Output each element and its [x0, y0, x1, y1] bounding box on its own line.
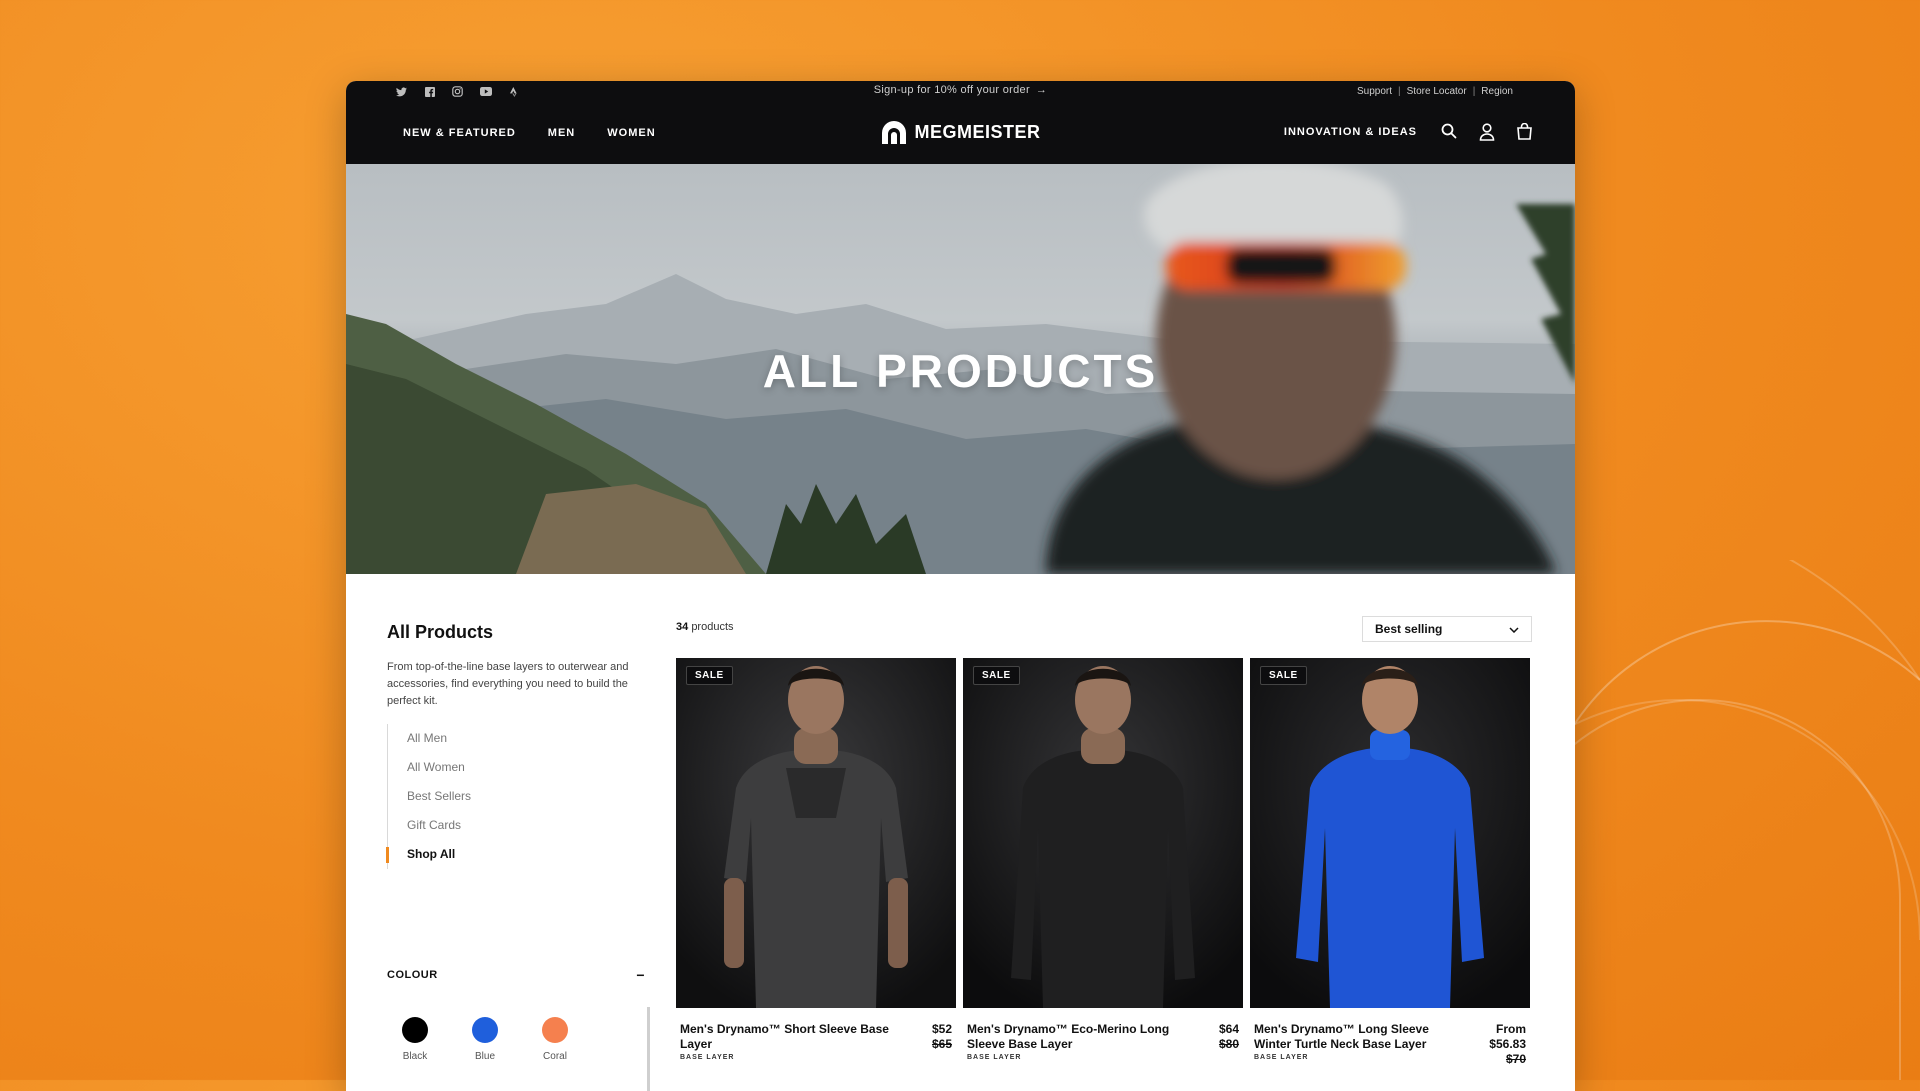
swatch-dot: [472, 1017, 498, 1043]
cart-icon[interactable]: [1517, 123, 1535, 141]
logo-mark-icon: [882, 121, 907, 144]
swatch-label: Black: [402, 1051, 428, 1062]
product-info: Men's Drynamo™ Eco-Merino Long Sleeve Ba…: [963, 1008, 1243, 1061]
arrow-right-icon: →: [1035, 84, 1048, 96]
chevron-down-icon: [1509, 622, 1519, 636]
product-info: Men's Drynamo™ Short Sleeve Base Layer B…: [676, 1008, 956, 1061]
product-card[interactable]: SALE Men's Drynamo™ Short Sleeve Base La…: [676, 658, 956, 1061]
original-price: $65: [931, 1037, 952, 1051]
category-best-sellers[interactable]: Best Sellers: [407, 782, 471, 811]
product-image[interactable]: SALE: [676, 658, 956, 1008]
product-info: Men's Drynamo™ Long Sleeve Winter Turtle…: [1250, 1008, 1530, 1066]
swatch-black[interactable]: Black: [401, 1017, 429, 1062]
swatch-label: Coral: [543, 1051, 567, 1062]
category-all-men[interactable]: All Men: [407, 724, 471, 753]
product-category: BASE LAYER: [680, 1054, 735, 1061]
swatch-blue[interactable]: Blue: [471, 1017, 499, 1062]
utility-links: Support | Store Locator | Region: [1357, 86, 1513, 97]
sidebar-scrollbar[interactable]: [647, 1007, 650, 1091]
sort-value: Best selling: [1375, 622, 1443, 636]
swatch-coral[interactable]: Coral: [541, 1017, 569, 1062]
region-link[interactable]: Region: [1481, 86, 1513, 97]
product-card[interactable]: SALE Men's Drynamo™ Long Sleeve Winter T…: [1250, 658, 1530, 1066]
product-prices: $52 $65: [932, 1022, 952, 1052]
product-card[interactable]: SALE Men's Drynamo™ Eco-Merino Long Slee…: [963, 658, 1243, 1061]
secondary-nav: INNOVATION & IDEAS: [1284, 123, 1535, 141]
divider: |: [1472, 86, 1476, 97]
sale-price: $64: [1218, 1022, 1239, 1036]
product-name[interactable]: Men's Drynamo™ Short Sleeve Base Layer: [680, 1022, 895, 1052]
product-count-label: products: [691, 621, 734, 633]
product-count-number: 34: [676, 621, 689, 633]
product-prices: $64 $80: [1219, 1022, 1239, 1052]
product-name[interactable]: Men's Drynamo™ Eco-Merino Long Sleeve Ba…: [967, 1022, 1182, 1052]
main-navigation: NEW & FEATURED MEN WOMEN MEGMEISTER INNO…: [346, 103, 1575, 164]
product-category: BASE LAYER: [1254, 1054, 1309, 1061]
nav-innovation-ideas[interactable]: INNOVATION & IDEAS: [1284, 126, 1417, 138]
sale-badge: SALE: [686, 666, 733, 685]
price-prefix: From: [1496, 1022, 1526, 1036]
product-image[interactable]: SALE: [1250, 658, 1530, 1008]
product-category: BASE LAYER: [967, 1054, 1022, 1061]
category-shop-all[interactable]: Shop All: [385, 840, 471, 869]
sale-price: $52: [931, 1022, 952, 1036]
search-icon[interactable]: [1441, 123, 1459, 141]
brand-name: MEGMEISTER: [914, 121, 1041, 142]
collapse-icon[interactable]: −: [636, 967, 645, 983]
sale-badge: SALE: [973, 666, 1020, 685]
swatch-label: Blue: [474, 1051, 495, 1062]
product-grid: SALE Men's Drynamo™ Short Sleeve Base La…: [676, 658, 1530, 1066]
colour-filter-header[interactable]: COLOUR −: [387, 967, 645, 983]
sidebar-description: From top-of-the-line base layers to oute…: [387, 661, 629, 707]
colour-swatches: Black Blue Coral: [401, 1017, 569, 1062]
utility-bar: Sign-up for 10% off your order → Support …: [346, 81, 1575, 103]
category-gift-cards[interactable]: Gift Cards: [407, 811, 471, 840]
product-name[interactable]: Men's Drynamo™ Long Sleeve Winter Turtle…: [1254, 1022, 1469, 1052]
browser-window: Sign-up for 10% off your order → Support …: [346, 81, 1575, 1091]
product-image[interactable]: SALE: [963, 658, 1243, 1008]
swatch-dot: [542, 1017, 568, 1043]
hero-title: ALL PRODUCTS: [762, 345, 1159, 397]
support-link[interactable]: Support: [1357, 86, 1392, 97]
colour-filter-title: COLOUR: [387, 969, 438, 981]
store-locator-link[interactable]: Store Locator: [1407, 86, 1467, 97]
product-listing: All Products From top-of-the-line base l…: [346, 574, 1575, 1091]
original-price: $80: [1218, 1037, 1239, 1051]
sidebar-title: All Products: [387, 622, 494, 642]
hero-banner: ALL PRODUCTS: [346, 164, 1575, 574]
product-prices: From $56.83 $70: [1489, 1022, 1526, 1067]
sale-price: $56.83: [1489, 1037, 1526, 1051]
sort-dropdown[interactable]: Best selling: [1362, 616, 1532, 642]
category-list: All Men All Women Best Sellers Gift Card…: [385, 724, 471, 869]
account-icon[interactable]: [1479, 123, 1497, 141]
product-count: 34 products: [676, 621, 734, 633]
sale-badge: SALE: [1260, 666, 1307, 685]
original-price: $70: [1505, 1052, 1526, 1066]
promo-text: Sign-up for 10% off your order: [873, 84, 1030, 96]
category-all-women[interactable]: All Women: [407, 753, 471, 782]
swatch-dot: [402, 1017, 428, 1043]
divider: |: [1398, 86, 1401, 97]
